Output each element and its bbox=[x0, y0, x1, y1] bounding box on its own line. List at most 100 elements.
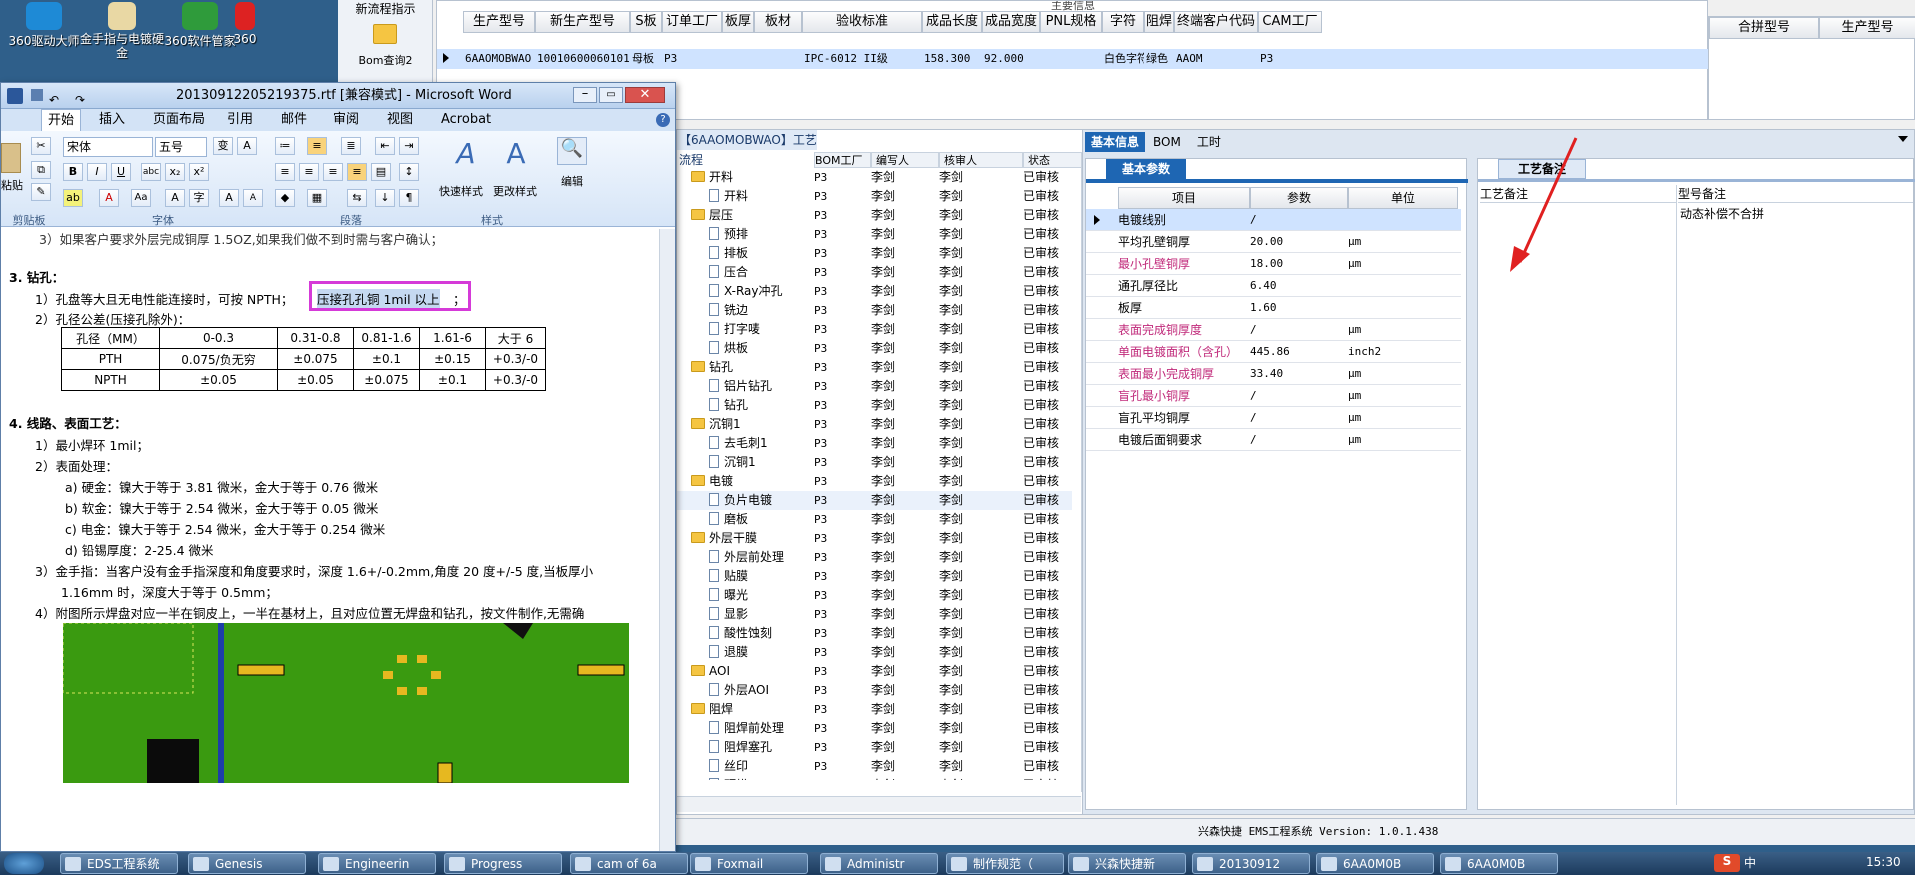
bold-button[interactable]: B bbox=[63, 163, 83, 181]
close-button[interactable]: ✕ bbox=[625, 87, 665, 103]
column-header[interactable]: 成品宽度 bbox=[982, 11, 1040, 33]
shading-icon[interactable]: ◆ bbox=[275, 189, 295, 207]
param-value[interactable]: 445.86 bbox=[1250, 341, 1290, 363]
table-row[interactable]: 表面完成铜厚度 / μm bbox=[1086, 319, 1461, 341]
help-icon[interactable]: ? bbox=[656, 113, 670, 127]
param-value[interactable]: / bbox=[1250, 319, 1257, 341]
tree-item[interactable]: 铝片钻孔 P3 李剑 李剑 已审核 bbox=[677, 377, 1072, 396]
taskbar-item[interactable]: 20130912 bbox=[1192, 853, 1310, 874]
column-header[interactable]: 生产型号 bbox=[463, 11, 535, 33]
column-header[interactable]: 编写人 bbox=[871, 152, 939, 168]
column-header[interactable]: 状态 bbox=[1023, 152, 1083, 168]
tree-item[interactable]: 铣边 P3 李剑 李剑 已审核 bbox=[677, 301, 1072, 320]
column-header[interactable]: 板厚 bbox=[722, 11, 754, 33]
taskbar-item[interactable]: Foxmail bbox=[690, 853, 808, 874]
desktop-icon-gold-finger[interactable]: 金手指与电镀硬金 bbox=[76, 0, 168, 60]
column-header[interactable]: 字符 bbox=[1102, 11, 1144, 33]
italic-button[interactable]: I bbox=[87, 163, 107, 181]
table-row[interactable]: 平均孔壁铜厚 20.00 μm bbox=[1086, 231, 1461, 253]
start-button[interactable] bbox=[4, 853, 44, 874]
table-row[interactable]: 单面电镀面积（含孔） 445.86 inch2 bbox=[1086, 341, 1461, 363]
param-value[interactable]: / bbox=[1250, 385, 1257, 407]
column-header[interactable]: 终端客户代码 bbox=[1174, 11, 1258, 33]
word-app-icon[interactable] bbox=[7, 88, 23, 104]
align-right-icon[interactable]: ≡ bbox=[323, 163, 343, 181]
decrease-indent-icon[interactable]: ⇤ bbox=[375, 137, 395, 155]
tree-item[interactable]: 负片电镀 P3 李剑 李剑 已审核 bbox=[677, 491, 1072, 510]
table-row[interactable]: 通孔厚径比 6.40 bbox=[1086, 275, 1461, 297]
tab-work-hours[interactable]: 工时 bbox=[1189, 132, 1229, 152]
tree-item[interactable]: 显影 P3 李剑 李剑 已审核 bbox=[677, 605, 1072, 624]
taskbar-item[interactable]: EDS工程系统 bbox=[60, 853, 178, 874]
bom-query-button[interactable]: Bom查询2 bbox=[338, 52, 433, 68]
column-header[interactable]: 单位 bbox=[1348, 187, 1458, 209]
tree-item[interactable]: 排板 P3 李剑 李剑 已审核 bbox=[677, 244, 1072, 263]
save-icon[interactable] bbox=[31, 89, 43, 101]
table-row[interactable]: 板厚 1.60 bbox=[1086, 297, 1461, 319]
show-marks-icon[interactable]: ¶ bbox=[399, 189, 419, 207]
tree-item[interactable]: 打字唛 P3 李剑 李剑 已审核 bbox=[677, 320, 1072, 339]
document-page[interactable]: 3）如果客户要求外层完成铜厚 1.5OZ,如果我们做不到时需与客户确认； 3. … bbox=[1, 229, 659, 851]
tree-item[interactable]: 外层干膜 P3 李剑 李剑 已审核 bbox=[677, 529, 1072, 548]
edit-button[interactable]: 编辑 bbox=[561, 173, 583, 189]
desktop-icon-360[interactable]: 360 bbox=[230, 0, 260, 58]
tree-item[interactable]: 钻孔 P3 李剑 李剑 已审核 bbox=[677, 358, 1072, 377]
column-header[interactable]: 参数 bbox=[1250, 187, 1348, 209]
doc-selected-text[interactable]: 压接孔孔铜 1mil 以上 bbox=[317, 289, 440, 308]
desktop-icon-driver[interactable]: 360驱动大师 bbox=[0, 0, 88, 58]
param-value[interactable]: 20.00 bbox=[1250, 231, 1283, 253]
tree-item[interactable]: 电镀 P3 李剑 李剑 已审核 bbox=[677, 472, 1072, 491]
tree-item[interactable]: 阻焊 P3 李剑 李剑 已审核 bbox=[677, 700, 1072, 719]
underline-button[interactable]: U bbox=[111, 163, 131, 181]
tree-item[interactable]: 沉铜1 P3 李剑 李剑 已审核 bbox=[677, 453, 1072, 472]
column-header[interactable]: 型号备注 bbox=[1678, 185, 1913, 203]
paste-icon[interactable] bbox=[1, 143, 21, 173]
line-spacing-icon[interactable]: ↕ bbox=[399, 163, 419, 181]
tree-item[interactable]: 开料 P3 李剑 李剑 已审核 bbox=[677, 187, 1072, 206]
change-style-icon[interactable]: A bbox=[501, 137, 531, 171]
change-case-icon[interactable]: 变 bbox=[213, 137, 233, 155]
tree-item[interactable]: 曝光 P3 李剑 李剑 已审核 bbox=[677, 586, 1072, 605]
taskbar-item[interactable]: Engineerin bbox=[318, 853, 436, 874]
change-style-button[interactable]: 更改样式 bbox=[493, 183, 537, 199]
tree-item[interactable]: 压合 P3 李剑 李剑 已审核 bbox=[677, 263, 1072, 282]
param-value[interactable]: 33.40 bbox=[1250, 363, 1283, 385]
column-header[interactable]: 成品长度 bbox=[922, 11, 982, 33]
increase-indent-icon[interactable]: ⇥ bbox=[399, 137, 419, 155]
vertical-scrollbar[interactable] bbox=[659, 229, 675, 851]
table-row[interactable]: 盲孔最小铜厚 / μm bbox=[1086, 385, 1461, 407]
tree-item[interactable]: AOI P3 李剑 李剑 已审核 bbox=[677, 662, 1072, 681]
clear-format-icon[interactable]: A bbox=[237, 137, 257, 155]
font-size-select[interactable]: 五号 bbox=[155, 137, 207, 157]
table-row[interactable]: 6AAOMOBWAO 10010600060101 母板 P3 IPC-6012 II级… bbox=[437, 49, 1709, 69]
column-header[interactable]: 板材 bbox=[754, 11, 802, 33]
align-left-icon[interactable]: ≡ bbox=[275, 163, 295, 181]
column-header[interactable]: BOM工厂 bbox=[814, 152, 871, 168]
param-value[interactable]: 1.60 bbox=[1250, 297, 1277, 319]
table-row[interactable]: 表面最小完成铜厚 33.40 μm bbox=[1086, 363, 1461, 385]
tree-item[interactable]: 层压 P3 李剑 李剑 已审核 bbox=[677, 206, 1072, 225]
cut-icon[interactable]: ✂ bbox=[31, 137, 51, 155]
borders-icon[interactable]: ▦ bbox=[307, 189, 327, 207]
param-value[interactable]: / bbox=[1250, 429, 1257, 451]
tree-item[interactable]: 预排 P3 李剑 李剑 已审核 bbox=[677, 225, 1072, 244]
tree-item[interactable]: 阻焊前处理 P3 李剑 李剑 已审核 bbox=[677, 719, 1072, 738]
tree-item[interactable]: 预烘 P3 李剑 李剑 已审核 bbox=[677, 776, 1072, 780]
param-value[interactable]: / bbox=[1250, 407, 1257, 429]
ime-mode[interactable]: 中 bbox=[1744, 854, 1756, 871]
column-header[interactable]: 项目 bbox=[1118, 187, 1250, 209]
column-header[interactable]: 核审人 bbox=[939, 152, 1023, 168]
font-color-icon[interactable]: A bbox=[99, 189, 119, 207]
strikethrough-button[interactable]: abc bbox=[141, 163, 161, 181]
minimize-button[interactable]: – bbox=[573, 87, 597, 103]
tree-item[interactable]: 沉铜1 P3 李剑 李剑 已审核 bbox=[677, 415, 1072, 434]
taskbar-item[interactable]: 6AA0M0B bbox=[1440, 853, 1558, 874]
taskbar-item[interactable]: 兴森快捷新 bbox=[1068, 853, 1186, 874]
param-value[interactable]: / bbox=[1250, 209, 1257, 231]
tab-bom[interactable]: BOM bbox=[1145, 132, 1189, 152]
ribbon-tab[interactable]: 插入 bbox=[93, 109, 131, 131]
tab-basic-params[interactable]: 基本参数 bbox=[1106, 159, 1186, 179]
table-row[interactable]: 盲孔平均铜厚 / μm bbox=[1086, 407, 1461, 429]
param-value[interactable]: 18.00 bbox=[1250, 253, 1283, 275]
sort-icon[interactable]: ↓ bbox=[375, 189, 395, 207]
